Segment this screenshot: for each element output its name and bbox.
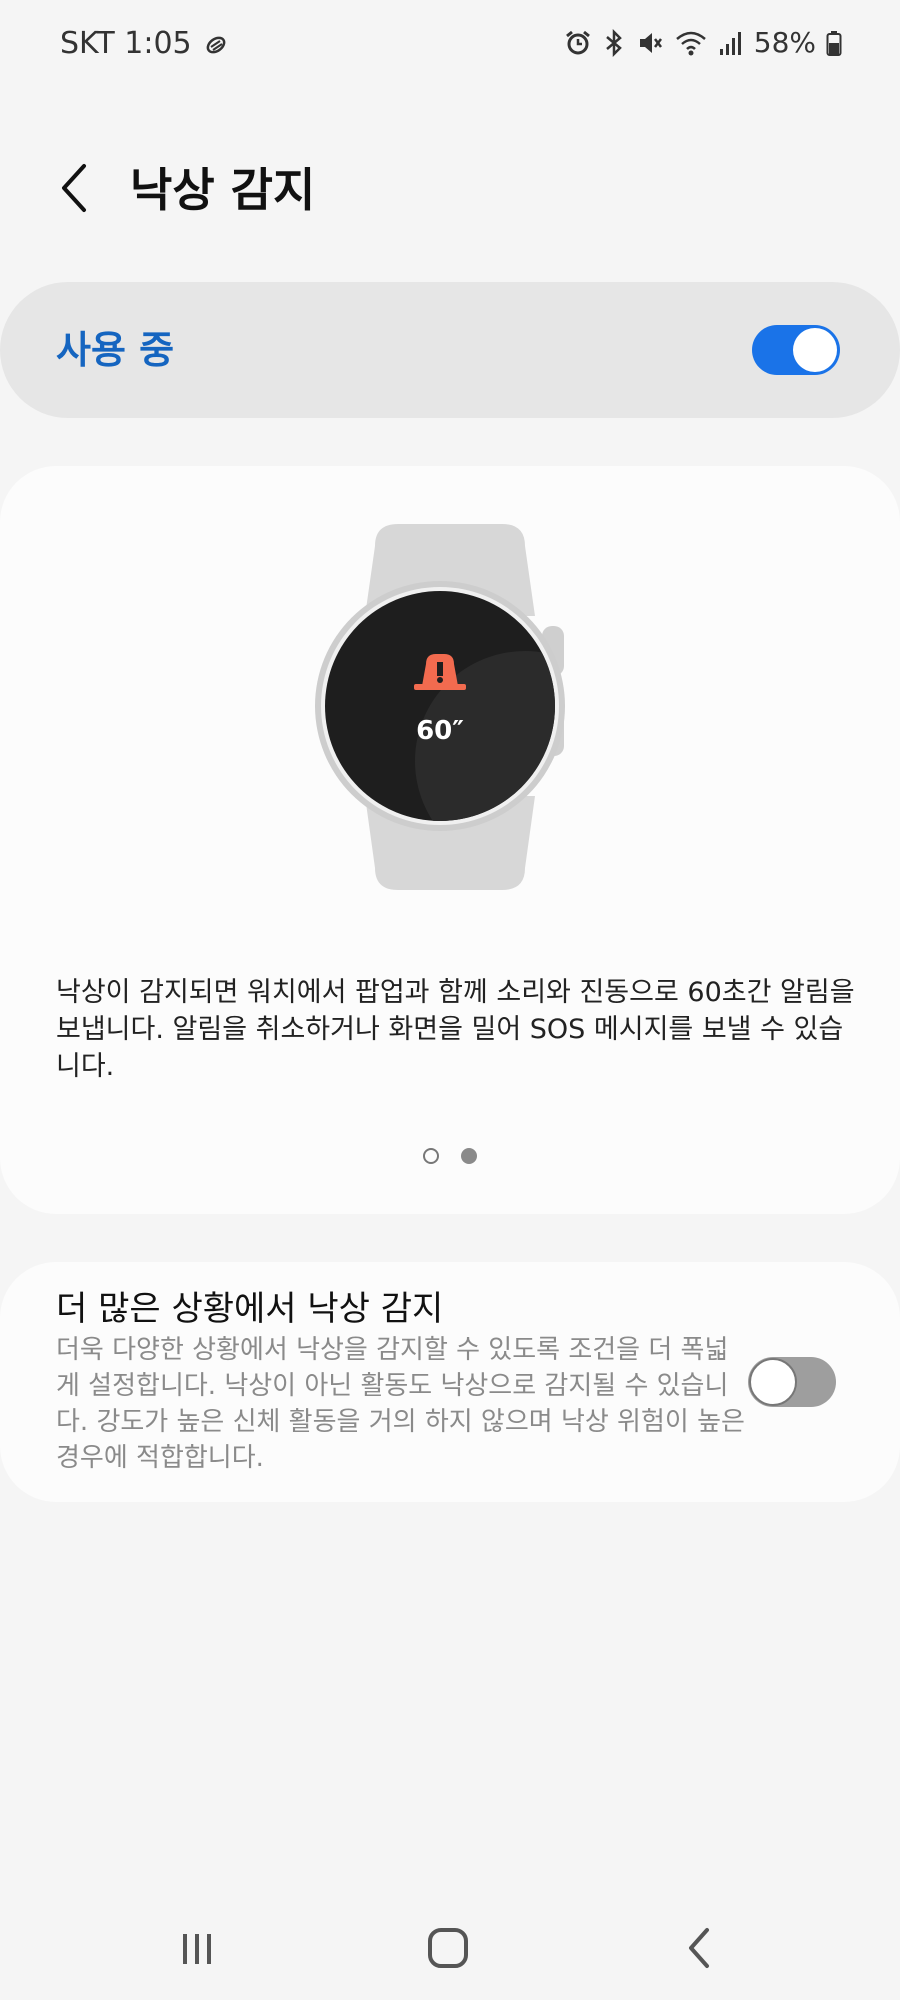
toggle-knob (749, 1358, 797, 1406)
more-situations-toggle[interactable] (748, 1357, 836, 1407)
page-indicator (0, 1148, 900, 1172)
countdown-text: 60″ (416, 716, 464, 746)
recents-button[interactable] (157, 1920, 237, 1980)
home-button[interactable] (408, 1920, 488, 1980)
alarm-icon (564, 29, 592, 57)
illustration-description: 낙상이 감지되면 워치에서 팝업과 함께 소리와 진동으로 60초간 알림을 보… (56, 977, 855, 1082)
page-title: 낙상 감지 (130, 163, 316, 217)
battery-icon (826, 29, 842, 57)
more-situations-option[interactable]: 더 많은 상황에서 낙상 감지 더욱 다양한 상황에서 낙상을 감지할 수 있도… (0, 1262, 900, 1502)
back-nav-button[interactable] (660, 1920, 740, 1980)
illustration-card[interactable]: 60″ 낙상이 감지되면 워치에서 팝업과 함께 소리와 진동으로 60초간 알… (0, 466, 900, 1214)
back-icon (685, 1926, 715, 1974)
home-icon (426, 1926, 470, 1974)
toggle-knob (793, 328, 837, 372)
page-dot-2[interactable] (461, 1148, 477, 1164)
master-switch-label: 사용 중 (56, 328, 175, 372)
watch-illustration: 60″ (310, 516, 590, 896)
chevron-left-icon (58, 162, 90, 218)
status-right: 58% (564, 26, 842, 59)
recents-icon (177, 1928, 217, 1972)
mute-icon (636, 29, 664, 57)
steps-icon (202, 29, 232, 59)
back-button[interactable] (50, 160, 98, 220)
master-switch-row[interactable]: 사용 중 (0, 282, 900, 418)
signal-icon (718, 29, 744, 57)
wifi-icon (674, 29, 708, 57)
status-left: SKT 1:05 (60, 26, 232, 61)
option-description: 더욱 다양한 상황에서 낙상을 감지할 수 있도록 조건을 더 폭넓게 설정합니… (56, 1335, 745, 1473)
option-title: 더 많은 상황에서 낙상 감지 (56, 1289, 444, 1329)
header: 낙상 감지 (0, 150, 900, 230)
battery-text: 58% (753, 26, 816, 59)
master-toggle[interactable] (752, 325, 840, 375)
page-dot-1[interactable] (423, 1148, 439, 1164)
carrier-time: SKT 1:05 (60, 26, 192, 61)
status-bar: SKT 1:05 58% (0, 0, 900, 90)
navigation-bar (0, 1900, 900, 2000)
bluetooth-icon (602, 28, 626, 57)
